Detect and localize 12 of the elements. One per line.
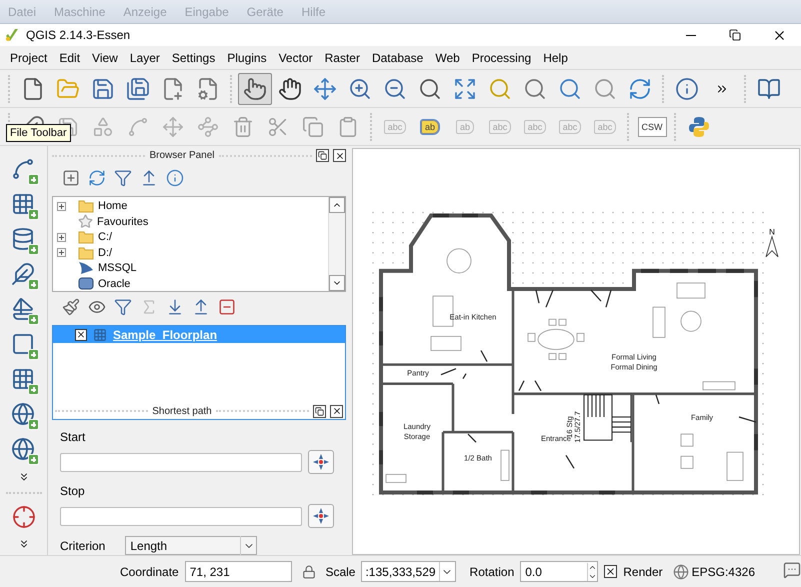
status-label: Scale (325, 564, 356, 578)
tooltip: File Toolbar (6, 124, 71, 142)
field-label: Stop (60, 484, 86, 498)
status-label: Render (623, 564, 663, 578)
north-label: N (769, 228, 775, 237)
status-label: Rotation (470, 564, 514, 578)
status-label: Coordinate (120, 564, 179, 578)
field-label: Criterion (60, 538, 106, 552)
window-title: QGIS 2.14.3-Essen (26, 28, 132, 42)
field-label: Start (60, 430, 86, 444)
panel-title: Browser Panel (149, 150, 215, 162)
panel-title: Shortest path (152, 406, 212, 416)
